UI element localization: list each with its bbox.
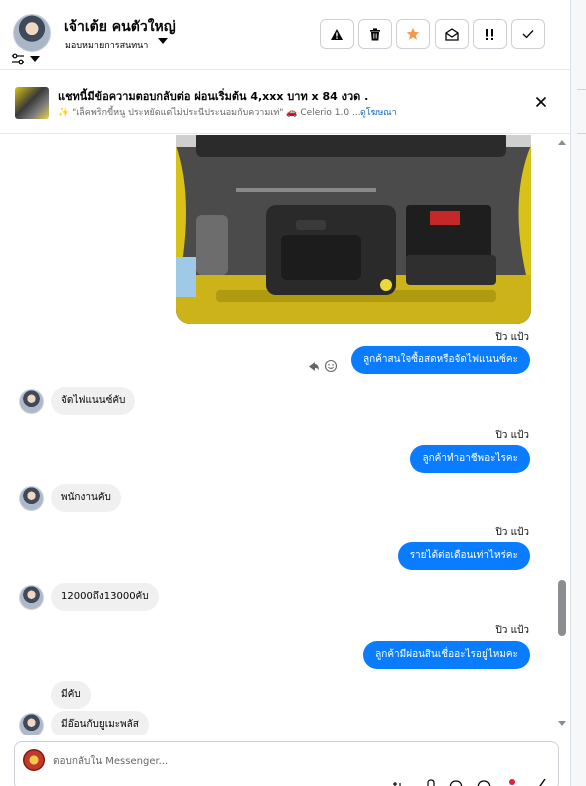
emoji-icon[interactable] [449,779,463,786]
reply-input[interactable] [53,751,533,771]
outgoing-message[interactable]: ลูกค้าสนใจซื้อสดหรือจัดไฟแนนซ์คะ [351,346,530,374]
incoming-message[interactable]: มีอ๊อนกับยูเมะพลัส [51,711,149,735]
ad-subtitle: ✨ "เล็คพริกขี้หนู ประหยัดแต่ไม่ประนีประน… [58,108,361,118]
mark-spam-button[interactable] [320,19,354,49]
sender-name: ปิว แป้ว [495,332,529,343]
conversation-header: เจ้าเต้ย คนตัวใหญ่ มอบหมายการสนทนา [0,0,570,70]
star-button[interactable] [396,19,430,49]
assign-conversation-dropdown[interactable]: มอบหมายการสนทนา [65,38,148,52]
warning-icon [331,28,343,40]
scroll-down-arrow-icon[interactable] [558,721,566,726]
send-icon[interactable] [533,779,547,786]
sliders-icon[interactable] [11,53,25,65]
ad-thumbnail[interactable] [15,87,49,119]
message-actions [309,359,338,373]
sender-name: ปิว แป้ว [495,625,529,636]
smiley-icon[interactable] [324,359,338,373]
mark-unread-button[interactable] [435,19,469,49]
outgoing-message[interactable]: ลูกค้ามีผ่อนสินเชื่ออะไรอยู่ไหมคะ [363,641,530,669]
incoming-message[interactable]: 12000ถึง13000คับ [51,583,159,611]
outgoing-message[interactable]: รายได้ต่อเดือนเท่าไหร่คะ [397,542,530,570]
adjacent-panel-edge [571,0,586,786]
incoming-message[interactable]: จัดไฟแนนซ์คับ [51,387,136,415]
message-thread[interactable]: ปิว แป้ว ลูกค้าสนใจซื้อสดหรือจัดไฟแนนซ์ค… [0,135,570,735]
ad-title: แชทนี้มีข้อความตอบกลับต่อ ผ่อนเริ่มต้น 4… [58,90,369,103]
divider-line [577,89,586,90]
outgoing-message[interactable]: ลูกค้าทำอาชีพอะไรคะ [410,445,530,473]
contact-name[interactable]: เจ้าเต้ย คนตัวใหญ่ [64,16,176,38]
delete-button[interactable] [358,19,392,49]
inbox-conversation-panel: เจ้าเต้ย คนตัวใหญ่ มอบหมายการสนทนา แชทนี… [0,0,586,786]
follow-up-button[interactable] [473,19,507,49]
divider-line [577,133,586,134]
exclamation-icon [486,28,493,40]
ad-context-banner: แชทนี้มีข้อความตอบกลับต่อ ผ่อนเริ่มต้น 4… [0,70,570,134]
scroll-thumb[interactable] [558,580,566,636]
message-composer [14,741,559,786]
chevron-down-icon[interactable] [30,56,40,62]
trash-icon [370,27,380,40]
view-ad-link[interactable]: ดูโฆษณา [360,105,397,119]
saved-replies-icon[interactable] [393,779,407,786]
mark-done-button[interactable] [511,19,545,49]
thread-scrollbar[interactable] [556,135,568,735]
contact-avatar-small[interactable] [19,389,44,414]
gif-icon[interactable] [477,779,491,786]
close-icon[interactable] [533,94,549,110]
reply-icon[interactable] [309,362,319,371]
sender-name: ปิว แป้ว [495,430,529,441]
contact-avatar-small[interactable] [19,585,44,610]
contact-avatar-small[interactable] [19,713,44,735]
attachment-icon[interactable] [423,779,437,786]
engine-photo-drawing [176,135,531,324]
sender-name: ปิว แป้ว [495,527,529,538]
page-avatar [23,749,45,771]
contact-avatar-small[interactable] [19,486,44,511]
scroll-up-arrow-icon[interactable] [558,140,566,145]
incoming-message[interactable]: มีคับ [51,681,91,709]
chevron-down-icon[interactable] [158,38,168,44]
contact-avatar[interactable] [13,14,51,52]
envelope-open-icon [445,27,459,41]
engine-bay-photo[interactable] [176,135,531,324]
check-icon [522,30,534,39]
notification-icon[interactable] [505,779,519,786]
incoming-message[interactable]: พนักงานคับ [51,484,121,512]
star-icon [406,27,420,40]
